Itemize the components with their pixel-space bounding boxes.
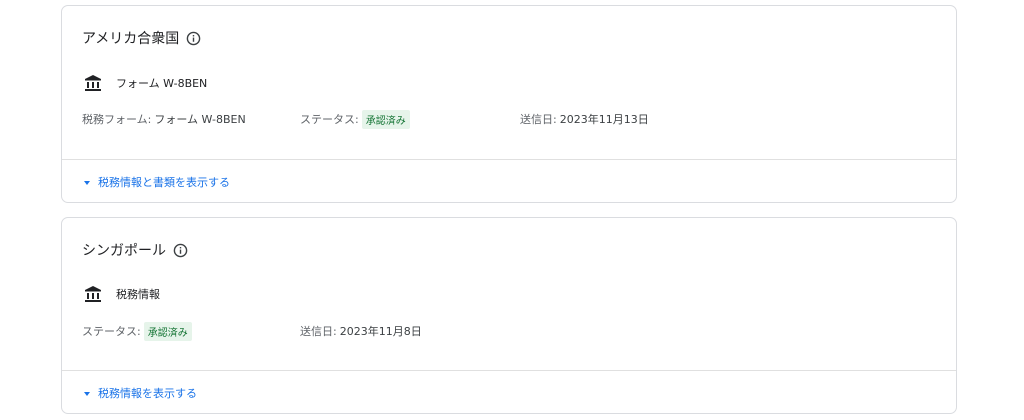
form-name: 税務情報 (116, 288, 160, 301)
bank-icon (85, 75, 101, 91)
bank-icon (85, 286, 101, 302)
card-divider (62, 370, 956, 371)
form-row: フォーム W-8BEN (84, 74, 207, 92)
caret-down-icon (84, 391, 90, 396)
sent-date-label: 送信日: (520, 113, 557, 126)
sent-date-label: 送信日: (300, 325, 337, 338)
status-label: ステータス: (300, 113, 359, 126)
country-name: シンガポール (82, 243, 166, 259)
tax-form-value: フォーム W-8BEN (154, 113, 246, 126)
form-row: 税務情報 (84, 285, 160, 303)
card-title: シンガポール (82, 240, 188, 260)
tax-card-us: アメリカ合衆国 フォーム W-8BEN 税務フォーム: フォーム W-8BEN … (61, 5, 957, 203)
form-name: フォーム W-8BEN (116, 77, 208, 90)
info-icon[interactable] (173, 243, 188, 258)
status-badge: 承認済み (361, 109, 410, 129)
sent-date-value: 2023年11月13日 (559, 113, 649, 126)
country-name: アメリカ合衆国 (82, 31, 180, 47)
status-meta: ステータス: 承認済み (82, 321, 192, 341)
expander-label: 税務情報と書類を表示する (98, 176, 230, 189)
card-title: アメリカ合衆国 (82, 28, 201, 48)
tax-form-label: 税務フォーム: (82, 113, 152, 126)
caret-down-icon (84, 180, 90, 185)
status-meta: ステータス: 承認済み (300, 109, 410, 129)
show-tax-info-link[interactable]: 税務情報を表示する (84, 385, 197, 401)
sent-date-meta: 送信日: 2023年11月8日 (300, 321, 422, 341)
show-tax-info-and-documents-link[interactable]: 税務情報と書類を表示する (84, 174, 230, 190)
info-icon[interactable] (186, 31, 201, 46)
status-badge: 承認済み (143, 321, 192, 341)
status-label: ステータス: (82, 325, 141, 338)
sent-date-value: 2023年11月8日 (339, 325, 422, 338)
expander-label: 税務情報を表示する (98, 387, 197, 400)
tax-form-meta: 税務フォーム: フォーム W-8BEN (82, 109, 246, 129)
tax-card-singapore: シンガポール 税務情報 ステータス: 承認済み 送信日: 2023年11月8日 … (61, 217, 957, 414)
sent-date-meta: 送信日: 2023年11月13日 (520, 109, 649, 129)
card-divider (62, 159, 956, 160)
